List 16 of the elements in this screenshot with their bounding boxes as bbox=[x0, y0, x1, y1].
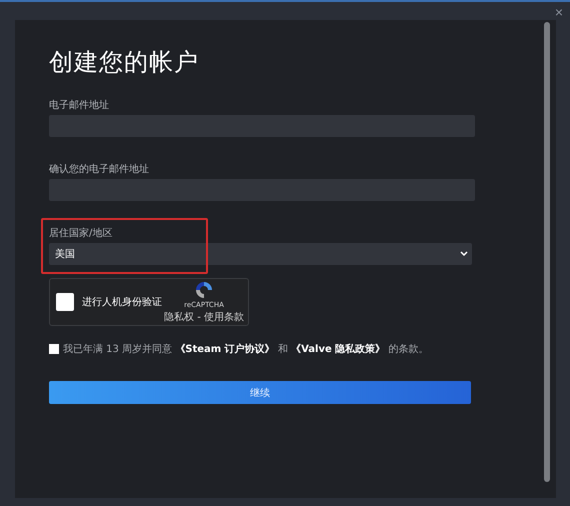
field-label: 确认您的电子邮件地址 bbox=[49, 162, 150, 176]
field-label: 居住国家/地区 bbox=[49, 226, 114, 240]
close-button[interactable]: × bbox=[552, 4, 566, 20]
chevron-icon bbox=[460, 251, 468, 257]
agree-checkbox[interactable] bbox=[49, 344, 59, 354]
privacy-policy-link[interactable]: 《Valve 隐私政策》 bbox=[291, 344, 386, 355]
continue-button[interactable]: 继续 bbox=[49, 381, 471, 404]
subscriber-agreement-link[interactable]: 《Steam 订户协议》 bbox=[175, 344, 275, 355]
field-label: 电子邮件地址 bbox=[49, 98, 110, 112]
recaptcha-links[interactable]: 隐私权 - 使用条款 bbox=[164, 310, 244, 324]
scrollbar[interactable] bbox=[544, 22, 550, 482]
agreement-text: 我已年满 13 周岁并同意 《Steam 订户协议》 和 《Valve 隐私政策》 的条款。 bbox=[63, 342, 428, 356]
captcha-label: 进行人机身份验证 bbox=[82, 296, 163, 309]
dialog-title: 创建您的帐户 bbox=[49, 47, 200, 78]
captcha-checkbox[interactable] bbox=[56, 293, 74, 311]
country-select[interactable]: 美国 bbox=[49, 243, 472, 265]
